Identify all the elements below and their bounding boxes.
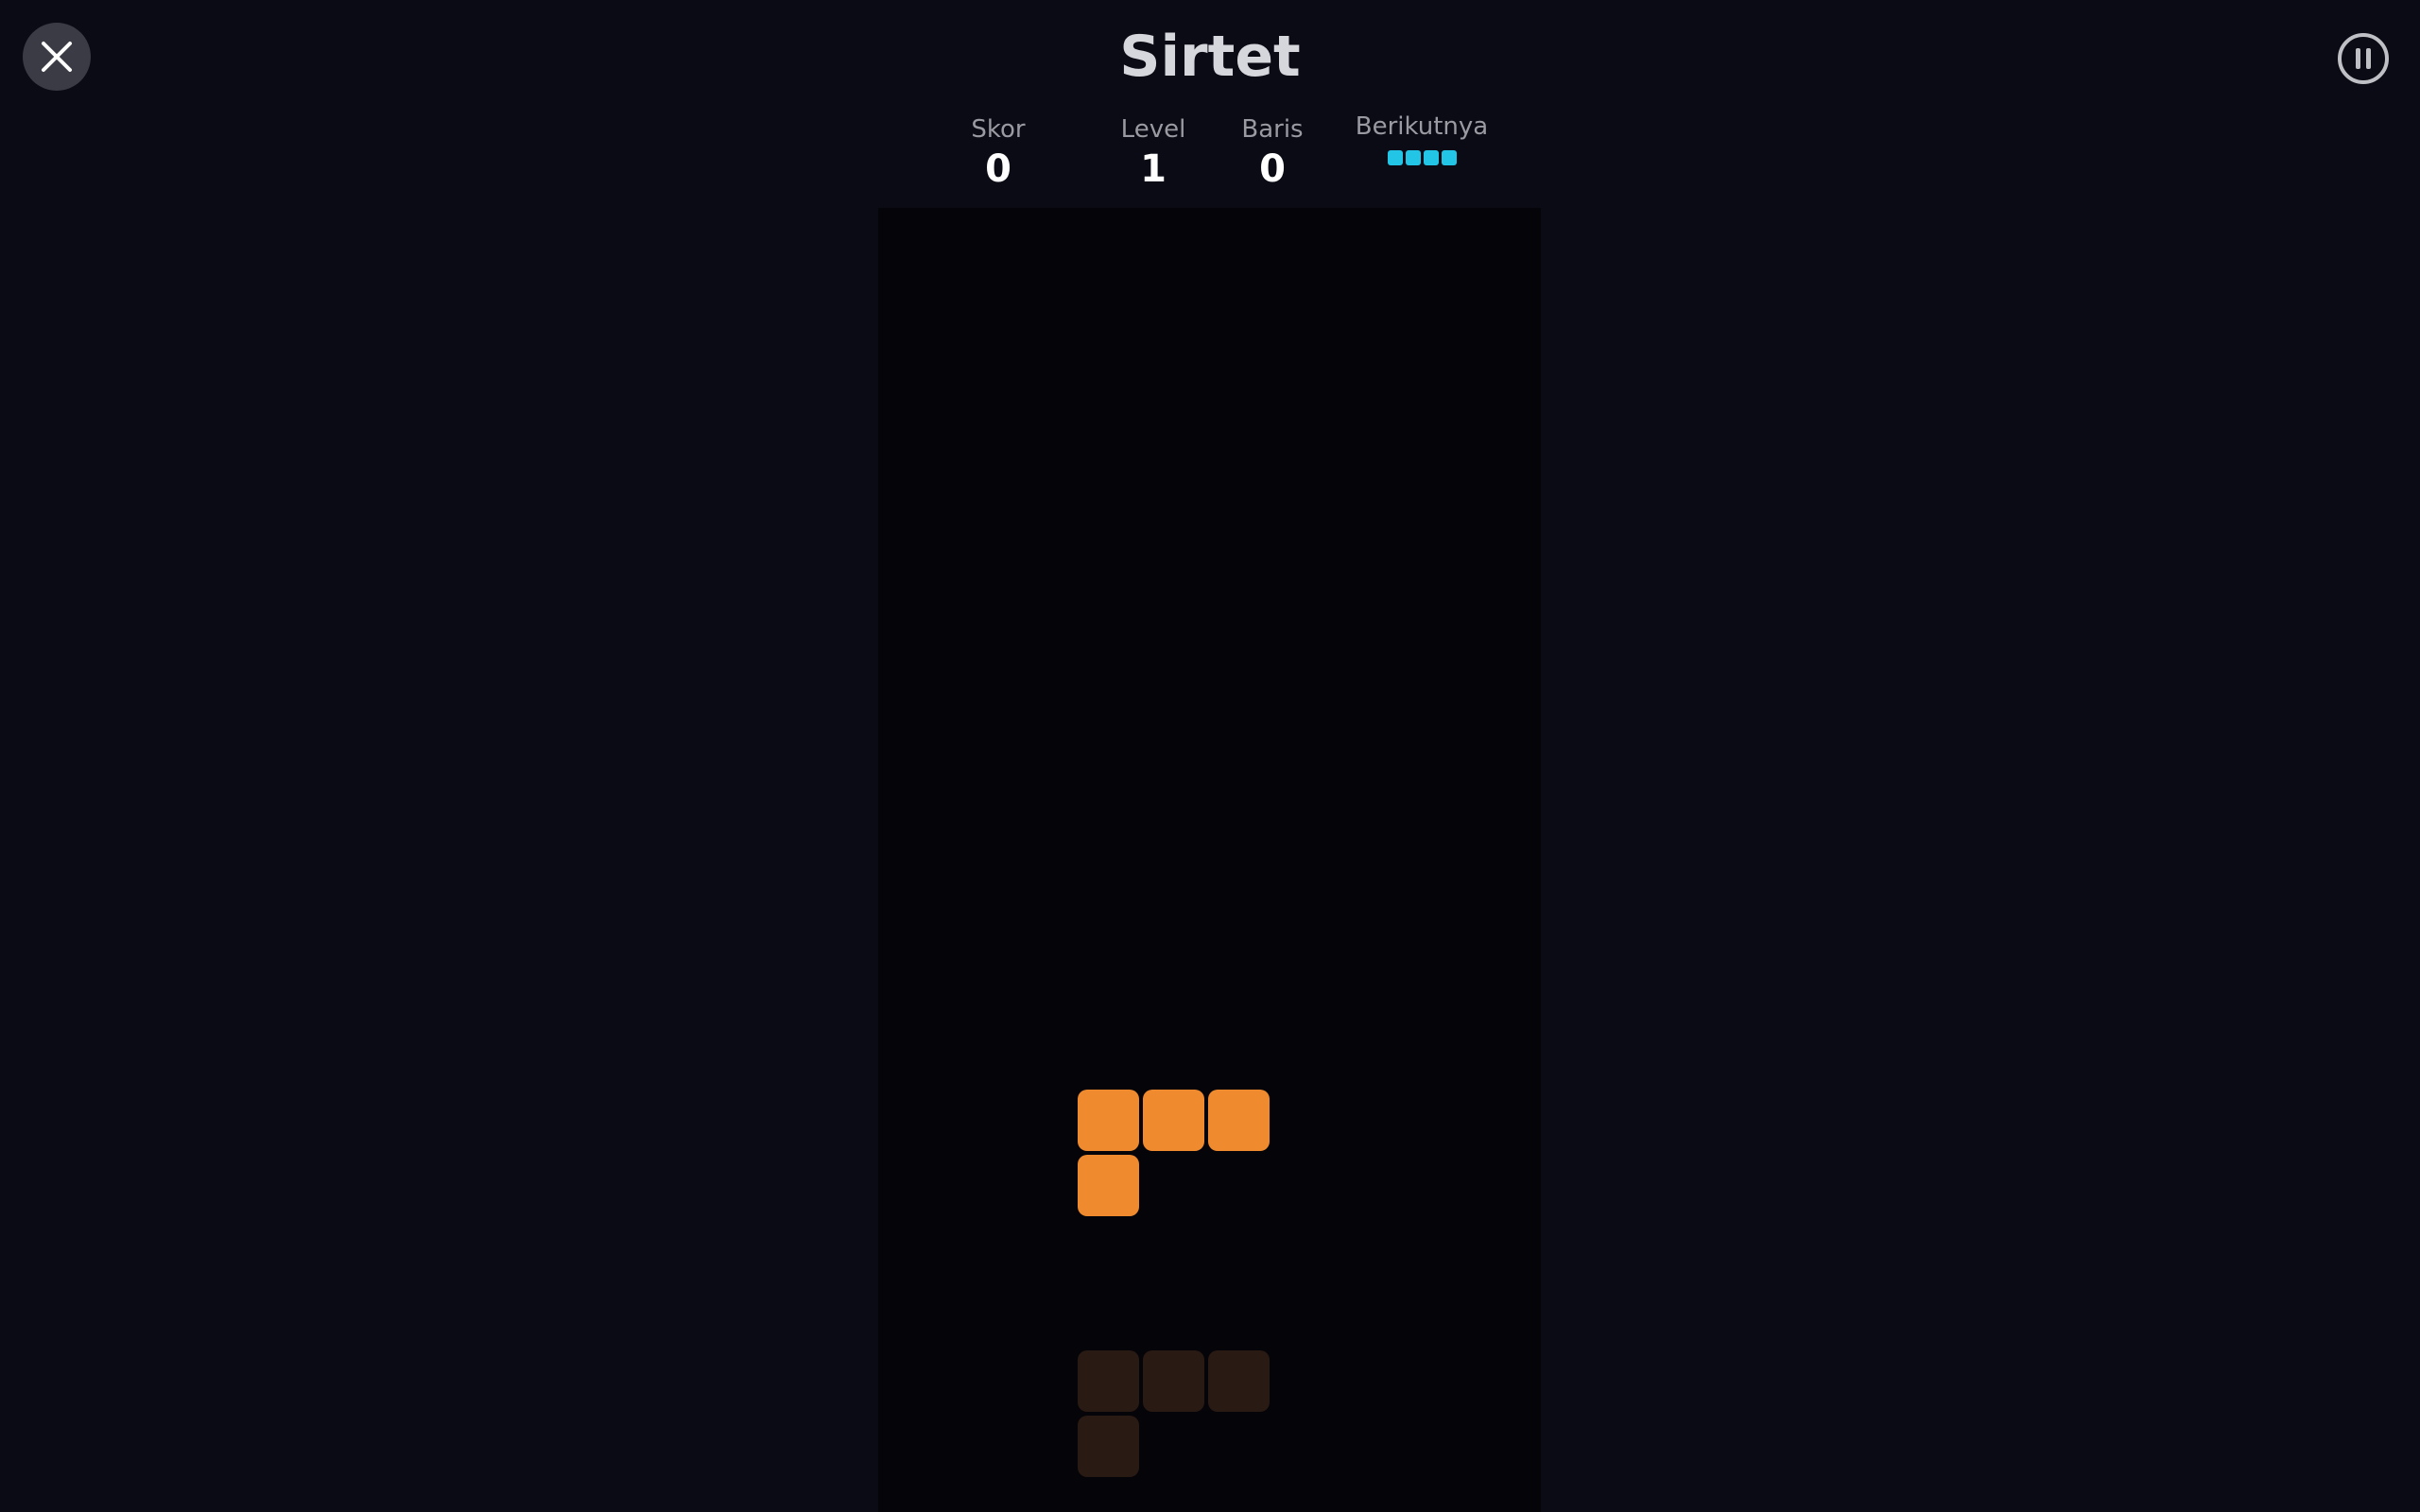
- next-piece-cell: [1405, 150, 1421, 165]
- active-piece-cell: [1078, 1155, 1139, 1216]
- active-piece-cell: [1143, 1090, 1204, 1151]
- next-piece-preview: [1342, 150, 1501, 179]
- next-piece-cell: [1387, 150, 1403, 165]
- ghost-piece-cell: [1078, 1350, 1139, 1412]
- ghost-piece-cell: [1208, 1350, 1270, 1412]
- level-value: 1: [1140, 147, 1167, 191]
- active-piece-cell: [1208, 1090, 1270, 1151]
- pause-icon: [2338, 33, 2389, 84]
- game-title: Sirtet: [1119, 24, 1301, 90]
- level-label: Level: [1120, 115, 1186, 144]
- lines-label: Baris: [1241, 115, 1304, 144]
- score-label: Skor: [971, 115, 1026, 144]
- game-screen: Sirtet Skor 0 Level 1 Baris 0 Berikutnya: [0, 0, 2420, 1512]
- active-piece-cell: [1078, 1090, 1139, 1151]
- pause-button[interactable]: [2335, 30, 2392, 87]
- lines-stat: Baris 0: [1219, 113, 1325, 193]
- level-stat: Level 1: [1097, 113, 1210, 193]
- score-stat: Skor 0: [945, 113, 1051, 193]
- ghost-piece-cell: [1143, 1350, 1204, 1412]
- next-piece-cell: [1423, 150, 1439, 165]
- lines-value: 0: [1259, 147, 1286, 191]
- next-piece-cell: [1441, 150, 1457, 165]
- ghost-piece-cell: [1078, 1416, 1139, 1477]
- game-board[interactable]: [878, 208, 1541, 1512]
- next-piece-stat: Berikutnya: [1342, 111, 1501, 179]
- next-piece-label: Berikutnya: [1355, 112, 1489, 141]
- score-value: 0: [985, 147, 1011, 191]
